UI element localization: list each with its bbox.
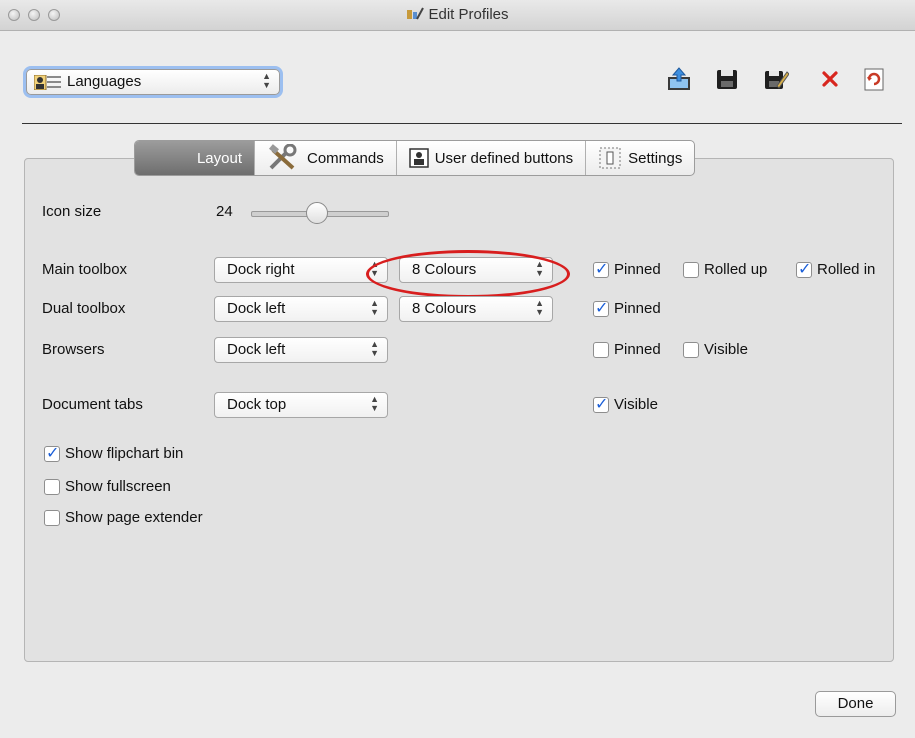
show-flipchart-bin-checkbox[interactable] [44,443,60,462]
browsers-visible-label: Visible [704,341,748,358]
layout-panel [24,158,894,662]
browsers-pinned-label: Pinned [614,341,661,358]
user-button-icon [408,148,429,168]
dual-toolbox-dock-value: Dock left [227,300,286,317]
profile-select-value: Languages [67,73,142,90]
updown-icon: ▲ ▼ [370,339,379,358]
tab-commands[interactable]: Commands [255,141,397,175]
browsers-dock-value: Dock left [227,341,286,358]
tab-settings[interactable]: Settings [586,141,694,175]
separator-line [22,123,902,124]
delete-icon[interactable] [817,66,843,92]
show-page-extender-checkbox[interactable] [44,510,60,526]
tab-commands-label: Commands [307,149,384,167]
window-title: Edit Profiles [0,6,915,23]
tab-layout-label: Layout [196,149,242,167]
show-page-extender-label: Show page extender [65,509,203,526]
main-toolbox-rolled-up-label: Rolled up [704,261,768,278]
document-tabs-visible-label: Visible [614,396,658,413]
profile-select[interactable]: Languages ▲ ▼ [26,69,280,95]
annotation-ellipse [366,250,570,298]
settings-icon [599,147,621,169]
document-tabs-visible-checkbox[interactable] [593,394,609,413]
updown-icon: ▲ ▼ [370,298,379,317]
updown-icon: ▲ ▼ [262,71,271,90]
browsers-pinned-checkbox[interactable] [593,342,609,358]
main-toolbox-rolled-in-checkbox[interactable] [796,259,812,278]
browsers-dock-select[interactable]: Dock left ▲ ▼ [214,337,388,363]
reload-icon[interactable] [861,66,887,92]
save-as-icon[interactable] [763,66,789,92]
icon-size-slider-thumb[interactable] [306,202,328,224]
show-fullscreen-label: Show fullscreen [65,478,171,495]
updown-icon: ▲ ▼ [535,298,544,317]
show-fullscreen-checkbox[interactable] [44,479,60,495]
tools-icon [269,144,297,170]
main-toolbox-pinned-checkbox[interactable] [593,259,609,278]
save-icon[interactable] [714,66,740,92]
tab-bar: Layout Commands User defined buttons Set… [134,140,696,176]
dual-toolbox-pinned-checkbox[interactable] [593,298,609,317]
dual-toolbox-colours-select[interactable]: 8 Colours ▲ ▼ [399,296,553,322]
main-toolbox-label: Main toolbox [42,261,128,278]
tab-settings-label: Settings [628,149,683,167]
dual-toolbox-label: Dual toolbox [42,300,126,317]
document-tabs-dock-value: Dock top [227,396,287,413]
tab-layout[interactable]: Layout [135,141,255,175]
main-toolbox-pinned-label: Pinned [614,261,661,278]
main-toolbox-dock-select[interactable]: Dock right ▲ ▼ [214,257,388,283]
tab-user-defined-buttons[interactable]: User defined buttons [397,141,587,175]
main-toolbox-dock-value: Dock right [227,261,295,278]
dual-toolbox-colours-value: 8 Colours [412,300,477,317]
main-toolbox-rolled-up-checkbox[interactable] [683,262,699,278]
profile-icon [34,75,61,90]
browsers-label: Browsers [42,341,105,358]
browsers-visible-checkbox[interactable] [683,342,699,358]
updown-icon: ▲ ▼ [370,394,379,413]
title-bar: Edit Profiles [0,0,915,31]
document-tabs-label: Document tabs [42,396,143,413]
done-button[interactable]: Done [815,691,896,717]
show-flipchart-bin-label: Show flipchart bin [65,445,184,462]
app-icon [407,7,425,20]
document-tabs-dock-select[interactable]: Dock top ▲ ▼ [214,392,388,418]
dual-toolbox-dock-select[interactable]: Dock left ▲ ▼ [214,296,388,322]
tab-user-defined-buttons-label: User defined buttons [434,149,574,167]
icon-size-value: 24 [216,203,233,220]
export-icon[interactable] [666,66,692,92]
main-toolbox-rolled-in-label: Rolled in [817,261,876,278]
icon-size-label: Icon size [42,203,102,220]
dual-toolbox-pinned-label: Pinned [614,300,661,317]
